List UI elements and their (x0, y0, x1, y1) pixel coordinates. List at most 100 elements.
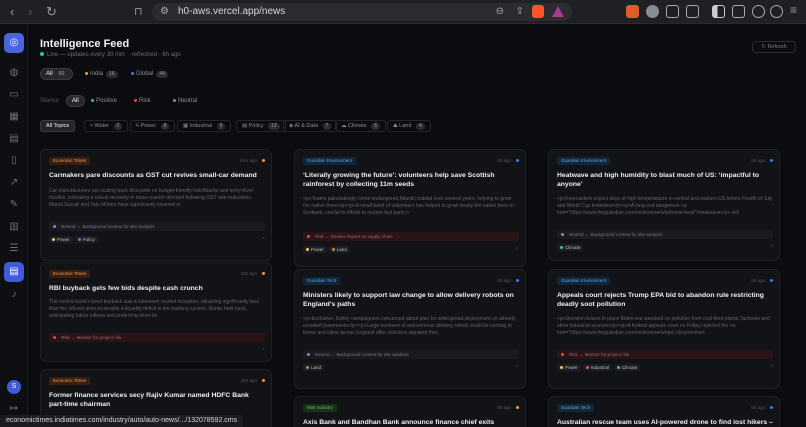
extension-gear-icon[interactable] (646, 5, 659, 18)
wallet-icon[interactable] (732, 5, 745, 18)
news-card[interactable]: Guardian Environment 6h ago Heatwave and… (548, 149, 780, 261)
briefcase-icon[interactable]: ▭ (7, 88, 21, 102)
forward-button[interactable]: › (28, 4, 32, 20)
tag[interactable]: Industrial (582, 364, 613, 371)
external-link-icon[interactable]: ↗ (515, 246, 519, 252)
tag-list: Power Policy (49, 236, 100, 243)
refresh-button[interactable]: ↻ Refresh (752, 41, 796, 53)
vpn-icon[interactable] (752, 5, 765, 18)
tag[interactable]: Power (557, 364, 581, 371)
external-link-icon[interactable]: ↗ (769, 244, 773, 250)
list-icon[interactable]: ☰ (7, 242, 21, 256)
source-badge: Guardian Environment (303, 157, 357, 165)
news-card[interactable]: Guardian Tech 6h ago Australian rescue t… (548, 396, 780, 427)
region-all[interactable]: All 60 (40, 68, 74, 80)
reload-button[interactable]: ↻ (46, 4, 57, 20)
card-title[interactable]: Australian rescue team uses AI-powered d… (557, 418, 773, 427)
topic-water[interactable]: ≈ Water 2 (84, 120, 129, 132)
card-title[interactable]: Former finance services secy Rajiv Kumar… (49, 391, 265, 409)
card-title[interactable]: Axis Bank and Bandhan Bank announce fina… (303, 418, 519, 427)
source-badge: Guardian Tech (557, 404, 595, 412)
topic-power[interactable]: ϟ Power 8 (130, 120, 176, 132)
external-link-icon[interactable]: ↗ (769, 364, 773, 370)
tag[interactable]: Land (328, 246, 350, 253)
document-icon[interactable]: ▯ (7, 154, 21, 168)
topic-industrial[interactable]: ▦ Industrial 5 (177, 120, 232, 132)
tag[interactable]: Climate (557, 244, 584, 251)
stance-risk[interactable]: Risk (129, 95, 156, 107)
news-card[interactable]: Economic Times 16m ago Carmakers pare di… (40, 149, 272, 261)
sentiment-note: Neutral → Background context for site an… (303, 350, 519, 359)
profile-icon[interactable] (770, 5, 783, 18)
calculator-icon[interactable]: ▥ (7, 220, 21, 234)
grid-icon[interactable]: ▦ (7, 110, 21, 124)
topic-land[interactable]: ⛰ Land 4 (387, 120, 431, 132)
external-link-icon[interactable]: ↗ (515, 364, 519, 370)
topic-ai-data[interactable]: ◈ AI & Data 7 (283, 120, 338, 132)
region-dot (770, 279, 773, 282)
external-link-icon[interactable]: ↗ (261, 347, 265, 353)
region-india[interactable]: India 16 (80, 68, 123, 80)
news-card[interactable]: Guardian Environment 6h ago Appeals cour… (548, 269, 780, 389)
region-global[interactable]: Global 44 (126, 68, 173, 80)
external-link-icon[interactable]: ↗ (261, 236, 265, 242)
card-title[interactable]: Carmakers pare discounts as GST cut revi… (49, 171, 265, 180)
site-settings-icon[interactable]: ⚙ (160, 3, 169, 21)
back-button[interactable]: ‹ (10, 4, 14, 20)
news-feed-icon[interactable]: ▤ (4, 262, 24, 282)
card-title[interactable]: RBI buyback gets few bids despite cash c… (49, 284, 265, 293)
region-dot (516, 159, 519, 162)
card-summary: <p>Teams painstakingly comb endangered A… (303, 196, 514, 216)
card-summary: <p>Decision leaves in place Biden-era st… (557, 316, 770, 336)
app-logo-icon[interactable]: ◎ (4, 33, 24, 53)
rewards-icon[interactable] (552, 6, 564, 17)
card-title[interactable]: ‘Literally growing the future’: voluntee… (303, 171, 519, 189)
topic-climate[interactable]: ☁ Climate 6 (335, 120, 386, 132)
timestamp: 6h ago (497, 278, 511, 283)
news-card[interactable]: Economic Times 16h ago RBI buyback gets … (40, 262, 272, 362)
sentiment-note: Risk → Review impact on supply chain (303, 232, 519, 241)
stance-label: Stance (40, 98, 59, 104)
card-title[interactable]: Ministers likely to support law change t… (303, 291, 519, 309)
timestamp: 16h ago (240, 271, 257, 276)
stance-positive[interactable]: Positive (86, 95, 122, 107)
news-card[interactable]: Guardian Tech 6h ago Ministers likely to… (294, 269, 526, 389)
news-card[interactable]: Guardian Environment 6h ago ‘Literally g… (294, 149, 526, 267)
trend-icon[interactable]: ↗ (7, 176, 21, 190)
stance-all[interactable]: All (66, 95, 85, 107)
tag[interactable]: Policy (74, 236, 98, 243)
bookmark-icon[interactable]: ⊓ (134, 4, 143, 20)
card-summary: The central bank's bond buyback saw a lu… (49, 299, 259, 319)
tools-icon[interactable]: ✎ (7, 198, 21, 212)
live-status: Live — updates every 30 min · refreshed … (40, 52, 181, 58)
region-dot (262, 159, 265, 162)
bell-icon[interactable]: ♪ (7, 288, 21, 302)
zoom-icon[interactable]: ⊖ (496, 3, 504, 21)
tag[interactable]: Power (303, 246, 327, 253)
sentiment-note: Risk → Monitor for project risk (557, 350, 773, 359)
stance-neutral[interactable]: Neutral (168, 95, 202, 107)
topic-all[interactable]: All Topics (40, 120, 76, 132)
brave-shield-icon[interactable] (532, 5, 544, 18)
topic-policy[interactable]: ▤ Policy 13 (236, 120, 286, 132)
logout-icon[interactable]: ↦ (7, 402, 21, 416)
card-summary: Car manufacturers are scaling back disco… (49, 188, 253, 208)
avatar[interactable]: S (7, 380, 21, 394)
tag[interactable]: Climate (614, 364, 641, 371)
timestamp: 6h ago (751, 278, 765, 283)
share-icon[interactable]: ⇪ (516, 3, 524, 21)
download-icon[interactable] (686, 5, 699, 18)
news-card[interactable]: Mint Industry 6h ago Axis Bank and Bandh… (294, 396, 526, 427)
timestamp: 6h ago (497, 405, 511, 410)
tag[interactable]: Land (303, 364, 325, 371)
layers-icon[interactable]: ▤ (7, 132, 21, 146)
extension-puzzle-icon[interactable] (666, 5, 679, 18)
globe-icon[interactable]: ◍ (7, 66, 21, 80)
tag[interactable]: Power (49, 236, 73, 243)
card-title[interactable]: Heatwave and high humidity to blast much… (557, 171, 773, 189)
menu-icon[interactable]: ≡ (790, 2, 797, 18)
extension-fox-icon[interactable] (626, 5, 639, 18)
card-title[interactable]: Appeals court rejects Trump EPA bid to a… (557, 291, 773, 309)
sidebar-toggle-icon[interactable] (712, 5, 725, 18)
address-bar[interactable]: ⚙ h0-aws.vercel.app/news ⊖ ⇪ (152, 3, 572, 21)
